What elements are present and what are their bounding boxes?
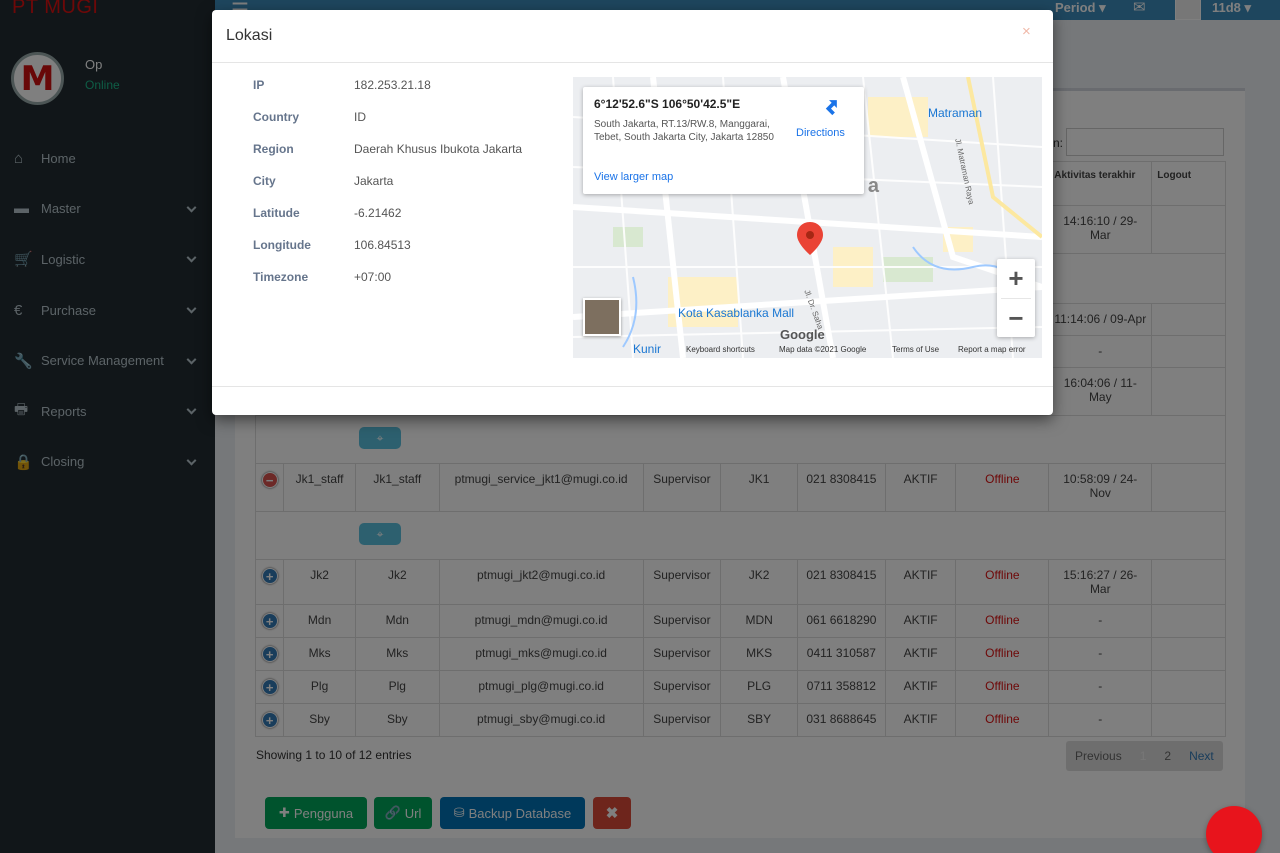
field-label: IP (253, 78, 265, 92)
modal-header-divider (212, 62, 1053, 63)
map-info-card: 6°12'52.6"S 106°50'42.5"E South Jakarta,… (583, 87, 864, 194)
map-data-text: Map data ©2021 Google (779, 345, 867, 354)
field-label: Country (253, 110, 299, 124)
field-value: -6.21462 (354, 206, 402, 220)
poi-kota-kasablanka[interactable]: Kota Kasablanka Mall (678, 306, 794, 320)
poi-kota-kasablanka-label: Kota Kasablanka Mall (678, 306, 795, 320)
location-modal: Lokasi × IP 182.253.21.18 Country ID Region D… (212, 10, 1053, 415)
field-value: 182.253.21.18 (354, 78, 431, 92)
field-label: Longitude (253, 238, 311, 252)
field-label: City (253, 174, 276, 188)
keyboard-shortcuts-link[interactable]: Keyboard shortcuts (686, 345, 755, 354)
modal-footer-divider (212, 386, 1053, 387)
satellite-toggle[interactable] (583, 298, 621, 336)
field-value: ID (354, 110, 366, 124)
zoom-in-button[interactable]: + (997, 259, 1035, 298)
map-coordinates: 6°12'52.6"S 106°50'42.5"E (594, 97, 741, 111)
modal-title: Lokasi (226, 27, 273, 44)
chat-button[interactable] (1206, 806, 1262, 853)
view-larger-map-link[interactable]: View larger map (594, 171, 673, 183)
directions-icon[interactable] (820, 95, 842, 117)
field-value: Daerah Khusus Ibukota Jakarta (354, 142, 523, 156)
map-zoom-control: + − (997, 259, 1035, 337)
poi-matraman[interactable]: Matraman (928, 106, 982, 120)
field-label: Timezone (253, 270, 309, 284)
map-embed[interactable]: Jakarta Matraman Kota Kasablanka Mall Ku… (573, 77, 1042, 358)
terms-link[interactable]: Terms of Use (892, 345, 939, 354)
modal-close-button[interactable]: × (1022, 23, 1031, 40)
google-logo: Google (780, 327, 825, 342)
field-value: Jakarta (354, 174, 394, 188)
field-label: Region (253, 142, 294, 156)
map-address: South Jakarta, RT.13/RW.8, Manggarai, Te… (594, 119, 774, 143)
directions-link[interactable]: Directions (796, 127, 845, 139)
field-label: Latitude (253, 206, 300, 220)
field-value: +07:00 (354, 270, 392, 284)
map-footer: Keyboard shortcuts Map data ©2021 Google… (573, 343, 1042, 358)
report-error-link[interactable]: Report a map error (958, 345, 1026, 354)
poi-matraman-label: Matraman (928, 106, 983, 120)
zoom-out-button[interactable]: − (997, 299, 1035, 338)
field-value: 106.84513 (354, 238, 411, 252)
